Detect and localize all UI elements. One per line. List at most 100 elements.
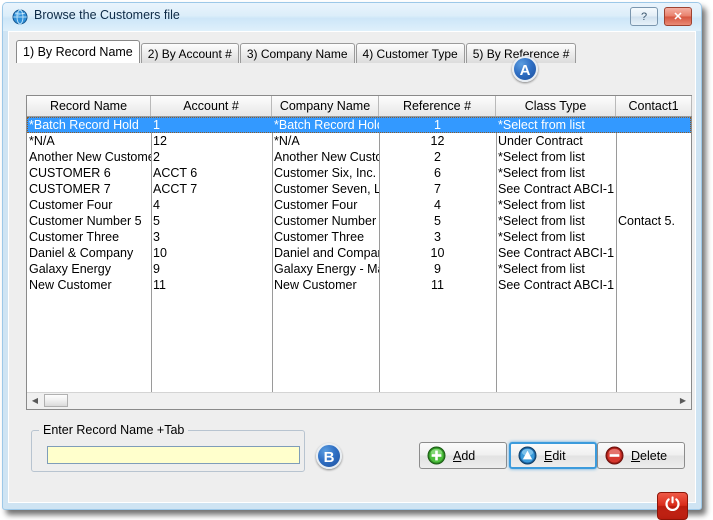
cell-class_type: *Select from list [498,230,585,244]
cell-contact1 [616,261,691,277]
edit-button[interactable]: Edit [509,442,597,469]
cell-account: ACCT 6 [153,166,198,180]
cell-reference: 6 [434,166,441,180]
table-row[interactable]: New Customer 11 New Customer 11 See Contract… [27,277,691,293]
cell-reference: 10 [430,246,445,260]
scroll-right-arrow-icon[interactable]: ▶ [675,393,691,408]
help-icon: ? [640,10,648,23]
cell-contact1 [616,229,691,245]
cell-contact1 [616,117,691,133]
tab-3[interactable]: 3) Company Name [239,43,355,63]
column-header-2[interactable]: Company Name [272,96,379,116]
cell-account: 4 [153,198,160,212]
add-rest: dd [461,448,476,463]
window-client-area: 1) By Record Name 2) By Account #3) Compa… [8,31,696,520]
tab-2[interactable]: 2) By Account # [140,43,239,63]
column-header-5[interactable]: Contact1 [616,96,692,116]
scrollbar-thumb[interactable] [44,394,68,407]
cell-account: 2 [153,150,160,164]
add-button-label: Add [453,449,475,463]
cell-company: Customer Three [274,230,365,244]
table-row[interactable]: *Batch Record Hold 1 *Batch Record Hold 1 *S… [27,117,691,133]
record-entry-legend: Enter Record Name +Tab [39,423,189,437]
column-header-4[interactable]: Class Type [496,96,616,116]
cell-reference: 11 [431,278,444,292]
cell-class_type: See Contract ABCI-1 [498,246,615,260]
table-row[interactable]: Customer Number 5 5 Customer Number 5 5 *Sel… [27,213,691,229]
cell-reference: 7 [434,182,441,196]
horizontal-scrollbar[interactable]: ◀ ▶ [27,392,691,409]
column-header-3[interactable]: Reference # [379,96,496,116]
minus-circle-icon [605,446,624,465]
cell-company: New Customer [274,278,357,292]
delete-accel: D [631,448,641,463]
tab-1[interactable]: 1) By Record Name [16,40,140,63]
delete-button[interactable]: Delete [597,442,685,469]
cell-reference: 4 [434,198,441,212]
cell-company: Customer Number 5 [274,214,379,228]
cell-contact1: Contact 5. [618,214,675,228]
cell-account: ACCT 7 [153,182,198,196]
cell-class_type: *Select from list [498,118,585,132]
tab-4[interactable]: 4) Customer Type [355,43,465,63]
cell-contact1 [616,197,691,213]
close-button[interactable]: ✕ [664,7,692,26]
column-header-1[interactable]: Account # [151,96,272,116]
browse-customers-window: Browse the Customers file ? ✕ 1) By Reco… [2,2,702,520]
cell-record_name: Another New Customer [29,150,151,164]
grid-body[interactable]: *Batch Record Hold 1 *Batch Record Hold 1 *S… [27,117,691,392]
table-row[interactable]: Customer Four 4 Customer Four 4 *Select from… [27,197,691,213]
help-button[interactable]: ? [630,7,658,26]
cell-contact1 [616,133,691,149]
cell-record_name: Daniel & Company [29,246,134,260]
grid-header-row: Record Name Account # Company Name Referenc… [27,96,692,117]
close-icon: ✕ [673,11,683,23]
exit-button[interactable] [657,492,688,520]
cell-class_type: *Select from list [498,150,585,164]
cell-company: *N/A [274,134,300,148]
table-row[interactable]: Daniel & Company 10 Daniel and Company 10 Se… [27,245,691,261]
cell-reference: 5 [434,214,441,228]
globe-icon [12,9,28,25]
cell-account: 3 [153,230,160,244]
table-row[interactable]: CUSTOMER 7 ACCT 7 Customer Seven, LLC 7 See … [27,181,691,197]
cell-record_name: Customer Three [29,230,120,244]
cell-record_name: Galaxy Energy [29,262,111,276]
cell-record_name: CUSTOMER 6 [29,166,111,180]
table-row[interactable]: Customer Three 3 Customer Three 3 *Select fr… [27,229,691,245]
annotation-badge-b: B [316,443,342,469]
cell-class_type: Under Contract [498,134,583,148]
record-name-input[interactable] [47,446,300,464]
cell-record_name: *N/A [29,134,55,148]
column-header-0[interactable]: Record Name [27,96,151,116]
cell-class_type: See Contract ABCI-1 [498,278,615,292]
cell-account: 10 [153,246,167,260]
table-row[interactable]: CUSTOMER 6 ACCT 6 Customer Six, Inc. 6 *Sele… [27,165,691,181]
cell-record_name: New Customer [29,278,112,292]
cell-record_name: Customer Four [29,198,113,212]
cell-account: 5 [153,214,160,228]
scroll-left-arrow-icon[interactable]: ◀ [27,393,43,408]
cell-company: Customer Six, Inc. [274,166,377,180]
cell-company: Customer Four [274,198,358,212]
cell-company: Another New Customer [274,150,379,164]
cell-contact1 [616,149,691,165]
cell-reference: 3 [434,230,441,244]
cell-reference: 1 [434,118,441,132]
edit-button-label: Edit [544,449,566,463]
customers-grid[interactable]: Record Name Account # Company Name Referenc… [26,95,692,410]
cell-company: Customer Seven, LLC [274,182,379,196]
cell-record_name: Customer Number 5 [29,214,142,228]
cell-record_name: *Batch Record Hold [29,118,139,132]
cell-contact1 [616,245,691,261]
triangle-circle-icon [518,446,537,465]
delete-button-label: Delete [631,449,667,463]
table-row[interactable]: Galaxy Energy 9 Galaxy Energy - Main 9 *Sele… [27,261,691,277]
table-row[interactable]: Another New Customer2Another New Custome… [27,149,691,165]
title-bar: Browse the Customers file ? ✕ [3,3,701,31]
table-row[interactable]: *N/A 12 *N/A 12 Under Contract [27,133,691,149]
annotation-badge-a: A [512,56,538,82]
cell-account: 12 [153,134,167,148]
power-icon [664,495,681,517]
add-button[interactable]: Add [419,442,507,469]
